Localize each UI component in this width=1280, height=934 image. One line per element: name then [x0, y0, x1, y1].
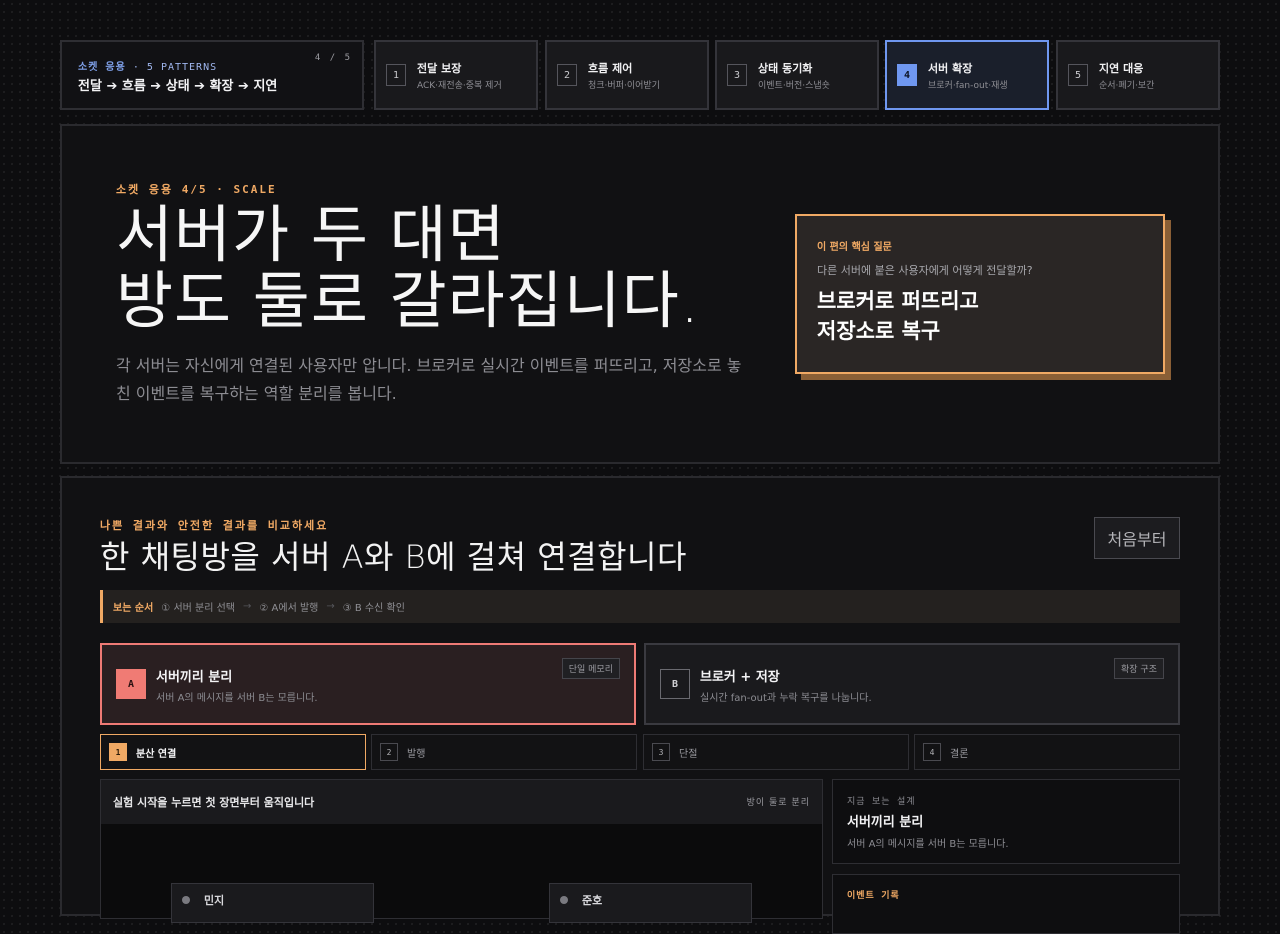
option-b-broker-storage[interactable]: B 브로커 + 저장 실시간 fan-out과 누락 복구를 나눕니다. 확장 … [644, 643, 1180, 725]
option-subtitle: 서버 A의 메시지를 서버 B는 모릅니다. [156, 693, 318, 704]
step-title: 전달 보장 [417, 62, 462, 75]
step-subtitle: 이벤트·버전·스냅숏 [758, 81, 830, 91]
step-subtitle: ACK·재전송·중복 제거 [417, 81, 502, 91]
step-number: 1 [386, 64, 406, 86]
hero-description: 각 서버는 자신에게 연결된 사용자만 압니다. 브로커로 실시간 이벤트를 퍼… [116, 356, 742, 403]
step-title: 지연 대응 [1099, 62, 1144, 75]
step-subtitle: 브로커·fan-out·재생 [928, 81, 1008, 91]
step-number: 3 [727, 64, 747, 86]
viewing-order-step: ① 서버 분리 선택 [161, 603, 235, 614]
step-5-latency[interactable]: 5 지연 대응 순서·폐기·보간 [1056, 40, 1220, 110]
option-title: 브로커 + 저장 [700, 670, 780, 685]
event-log-kicker: 이벤트 기록 [847, 891, 900, 901]
tab-conclusion[interactable]: 4 결론 [914, 734, 1180, 770]
step-title: 서버 확장 [928, 62, 973, 75]
arrow-right-icon: → [326, 601, 335, 612]
tab-number: 1 [109, 743, 127, 761]
client-node-minji[interactable]: 민지 [171, 883, 374, 923]
current-design-kicker: 지금 보는 설계 [847, 797, 916, 807]
current-design-title: 서버끼리 분리 [847, 815, 924, 830]
stage-header: 실험 시작을 누르면 첫 장면부터 움직입니다 방이 둘로 분리 [101, 780, 822, 824]
step-number: 2 [557, 64, 577, 86]
step-4-scale[interactable]: 4 서버 확장 브로커·fan-out·재생 [885, 40, 1049, 110]
step-2-flow[interactable]: 2 흐름 제어 청크·버퍼·이어받기 [545, 40, 709, 110]
tab-publish[interactable]: 2 발행 [371, 734, 637, 770]
step-number: 4 [897, 64, 917, 86]
restart-button[interactable]: 처음부터 [1094, 517, 1180, 559]
key-question-label: 이 편의 핵심 질문 [817, 242, 892, 253]
tab-number: 2 [380, 743, 398, 761]
viewing-order-step: ③ B 수신 확인 [342, 603, 405, 614]
tab-disconnect[interactable]: 3 단절 [643, 734, 909, 770]
user-icon [560, 896, 568, 904]
client-name: 준호 [582, 894, 603, 907]
viewing-order-heading: 보는 순서 [113, 603, 154, 614]
step-subtitle: 청크·버퍼·이어받기 [588, 81, 660, 91]
key-question-answer: 브로커로 퍼뜨리고 저장소로 복구 [817, 289, 979, 343]
tab-number: 4 [923, 743, 941, 761]
tab-label: 발행 [407, 748, 426, 760]
section-kicker: 나쁜 결과와 안전한 결과를 비교하세요 [100, 519, 329, 532]
key-question-text: 다른 서버에 붙은 사용자에게 어떻게 전달할까? [817, 264, 1033, 277]
step-3-state[interactable]: 3 상태 동기화 이벤트·버전·스냅숏 [715, 40, 879, 110]
step-subtitle: 순서·폐기·보간 [1099, 81, 1155, 91]
option-tag: 확장 구조 [1114, 658, 1164, 679]
arrow-right-icon: → [243, 601, 252, 612]
stage-title: 실험 시작을 누르면 첫 장면부터 움직입니다 [113, 796, 315, 809]
option-title: 서버끼리 분리 [156, 670, 233, 685]
tab-number: 3 [652, 743, 670, 761]
overview-flow: 전달 ➔ 흐름 ➔ 상태 ➔ 확장 ➔ 지연 [78, 79, 278, 94]
step-number: 5 [1068, 64, 1088, 86]
event-log-panel: 이벤트 기록 [832, 874, 1180, 934]
option-tag: 단일 메모리 [561, 658, 620, 679]
current-design-subtitle: 서버 A의 메시지를 서버 B는 모릅니다. [847, 839, 1009, 850]
viewing-order-step: ② A에서 발행 [259, 603, 319, 614]
viewing-order-bar: 보는 순서 ① 서버 분리 선택 → ② A에서 발행 → ③ B 수신 확인 [100, 590, 1180, 623]
series-overview: 소켓 응용 · 5 PATTERNS 4 / 5 전달 ➔ 흐름 ➔ 상태 ➔ … [60, 40, 364, 110]
section-title: 한 채팅방을 서버 A와 B에 걸쳐 연결합니다 [100, 538, 687, 576]
step-title: 흐름 제어 [588, 62, 633, 75]
step-title: 상태 동기화 [758, 62, 813, 75]
option-badge: A [116, 669, 146, 699]
client-name: 민지 [204, 894, 225, 907]
overview-kicker: 소켓 응용 · 5 PATTERNS [78, 62, 218, 73]
tab-distributed-connect[interactable]: 1 분산 연결 [100, 734, 366, 770]
tab-label: 분산 연결 [136, 748, 177, 760]
tab-label: 결론 [950, 748, 969, 760]
user-icon [182, 896, 190, 904]
option-subtitle: 실시간 fan-out과 누락 복구를 나눕니다. [700, 693, 872, 704]
hero-title: 서버가 두 대면 방도 둘로 갈라집니다. [116, 198, 701, 337]
step-1-delivery[interactable]: 1 전달 보장 ACK·재전송·중복 제거 [374, 40, 538, 110]
current-design-panel: 지금 보는 설계 서버끼리 분리 서버 A의 메시지를 서버 B는 모릅니다. [832, 779, 1180, 864]
key-question-card: 이 편의 핵심 질문 다른 서버에 붙은 사용자에게 어떻게 전달할까? 브로커… [795, 214, 1165, 374]
stage-status: 방이 둘로 분리 [746, 798, 810, 808]
tab-label: 단절 [679, 748, 698, 760]
hero-kicker: 소켓 응용 4/5 · SCALE [116, 183, 277, 196]
option-badge: B [660, 669, 690, 699]
overview-count: 4 / 5 [314, 53, 352, 63]
client-node-junho[interactable]: 준호 [549, 883, 752, 923]
option-a-isolated-servers[interactable]: A 서버끼리 분리 서버 A의 메시지를 서버 B는 모릅니다. 단일 메모리 [100, 643, 636, 725]
